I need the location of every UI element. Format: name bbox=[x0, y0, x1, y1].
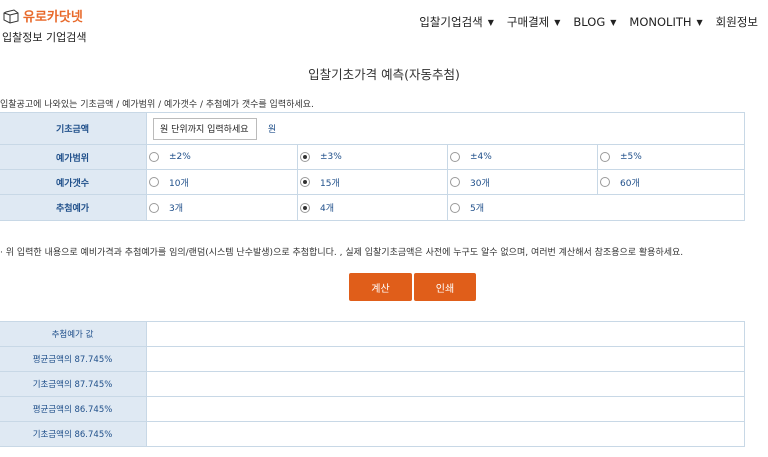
instruction-text: 입찰공고에 나와있는 기초금액 / 예가범위 / 예가갯수 / 추첨예가 갯수를… bbox=[0, 100, 314, 110]
radio-button-checked[interactable] bbox=[300, 152, 310, 162]
nav-label: 구매결제 bbox=[506, 15, 550, 29]
cube-logo-icon bbox=[3, 8, 19, 24]
nav-item-company-search[interactable]: 입찰기업검색 ▼ bbox=[419, 14, 494, 30]
radio-button[interactable] bbox=[149, 202, 159, 213]
caret-down-icon: ▼ bbox=[696, 17, 703, 27]
amount-input[interactable]: 원 단위까지 입력하세요 bbox=[153, 117, 257, 140]
result-value bbox=[146, 396, 745, 422]
result-label: 기초금액의 87.745% bbox=[0, 371, 147, 397]
logo-text: 유로카닷넷 bbox=[23, 10, 83, 25]
range-label: 예가범위 bbox=[0, 144, 147, 170]
nav-item-blog[interactable]: BLOG ▼ bbox=[573, 14, 616, 30]
nav-item-member-info[interactable]: 회원정보 bbox=[716, 14, 758, 30]
radio-button-checked[interactable] bbox=[300, 177, 310, 187]
radio-button-checked[interactable] bbox=[300, 202, 310, 213]
draw-label: 추첨예가 bbox=[0, 194, 147, 221]
result-value bbox=[146, 321, 745, 347]
nav-item-purchase[interactable]: 구매결제 ▼ bbox=[507, 14, 560, 30]
nav-item-monolith[interactable]: MONOLITH ▼ bbox=[629, 14, 702, 30]
print-button[interactable]: 인쇄 bbox=[414, 273, 476, 301]
draw-option[interactable]: 3개 bbox=[147, 201, 297, 214]
radio-button[interactable] bbox=[149, 177, 159, 187]
logo-subtitle: 입찰정보 기업검색 bbox=[2, 31, 87, 44]
page-title: 입찰기초가격 예측(자동추첨) bbox=[308, 67, 460, 82]
calculate-button[interactable]: 계산 bbox=[349, 273, 412, 301]
amount-label: 기초금액 bbox=[0, 112, 147, 145]
result-label: 평균금액의 86.745% bbox=[0, 396, 147, 422]
amount-cell: 원 단위까지 입력하세요 원 bbox=[146, 112, 745, 145]
amount-unit: 원 bbox=[267, 125, 277, 135]
radio-button[interactable] bbox=[600, 177, 610, 187]
result-label: 평균금액의 87.745% bbox=[0, 346, 147, 372]
draw-option[interactable]: 5개 bbox=[448, 201, 744, 214]
count-option[interactable]: 15개 bbox=[298, 176, 447, 189]
note-text: · 위 입력한 내용으로 예비가격과 추첨예가를 임의/랜덤(시스템 난수발생)… bbox=[0, 248, 684, 258]
nav-label: 회원정보 bbox=[715, 15, 758, 29]
radio-button[interactable] bbox=[450, 177, 460, 187]
result-value bbox=[146, 371, 745, 397]
site-header: 유로카닷넷 입찰정보 기업검색 입찰기업검색 ▼ 구매결제 ▼ BLOG ▼ MONO… bbox=[0, 0, 768, 48]
main-nav: 입찰기업검색 ▼ 구매결제 ▼ BLOG ▼ MONOLITH ▼ 회원정보 bbox=[406, 14, 758, 30]
radio-button[interactable] bbox=[450, 202, 460, 213]
count-option[interactable]: 30개 bbox=[448, 176, 597, 189]
count-option[interactable]: 60개 bbox=[598, 176, 744, 189]
result-value bbox=[146, 346, 745, 372]
count-label: 예가갯수 bbox=[0, 169, 147, 195]
logo[interactable]: 유로카닷넷 입찰정보 기업검색 bbox=[2, 6, 86, 45]
result-label: 추첨예가 값 bbox=[0, 321, 147, 347]
draw-option[interactable]: 4개 bbox=[298, 201, 447, 214]
radio-button[interactable] bbox=[450, 152, 460, 162]
caret-down-icon: ▼ bbox=[487, 17, 494, 27]
nav-label: 입찰기업검색 bbox=[419, 15, 483, 29]
nav-label: MONOLITH bbox=[629, 15, 692, 29]
caret-down-icon: ▼ bbox=[610, 17, 617, 27]
result-value bbox=[146, 421, 745, 447]
range-option[interactable]: ±2% bbox=[147, 152, 297, 162]
range-option[interactable]: ±5% bbox=[598, 152, 744, 162]
range-option[interactable]: ±3% bbox=[298, 152, 447, 162]
result-table: 추첨예가 값 평균금액의 87.745% 기초금액의 87.745% 평균금액의… bbox=[0, 321, 745, 447]
nav-label: BLOG bbox=[573, 15, 606, 29]
range-option[interactable]: ±4% bbox=[448, 152, 597, 162]
count-option[interactable]: 10개 bbox=[147, 176, 297, 189]
radio-button[interactable] bbox=[600, 152, 610, 162]
result-label: 기초금액의 86.745% bbox=[0, 421, 147, 447]
radio-button[interactable] bbox=[149, 152, 159, 162]
prediction-form: 기초금액 원 단위까지 입력하세요 원 예가범위 ±2% ±3% ±4% ±5%… bbox=[0, 112, 745, 221]
caret-down-icon: ▼ bbox=[554, 17, 561, 27]
